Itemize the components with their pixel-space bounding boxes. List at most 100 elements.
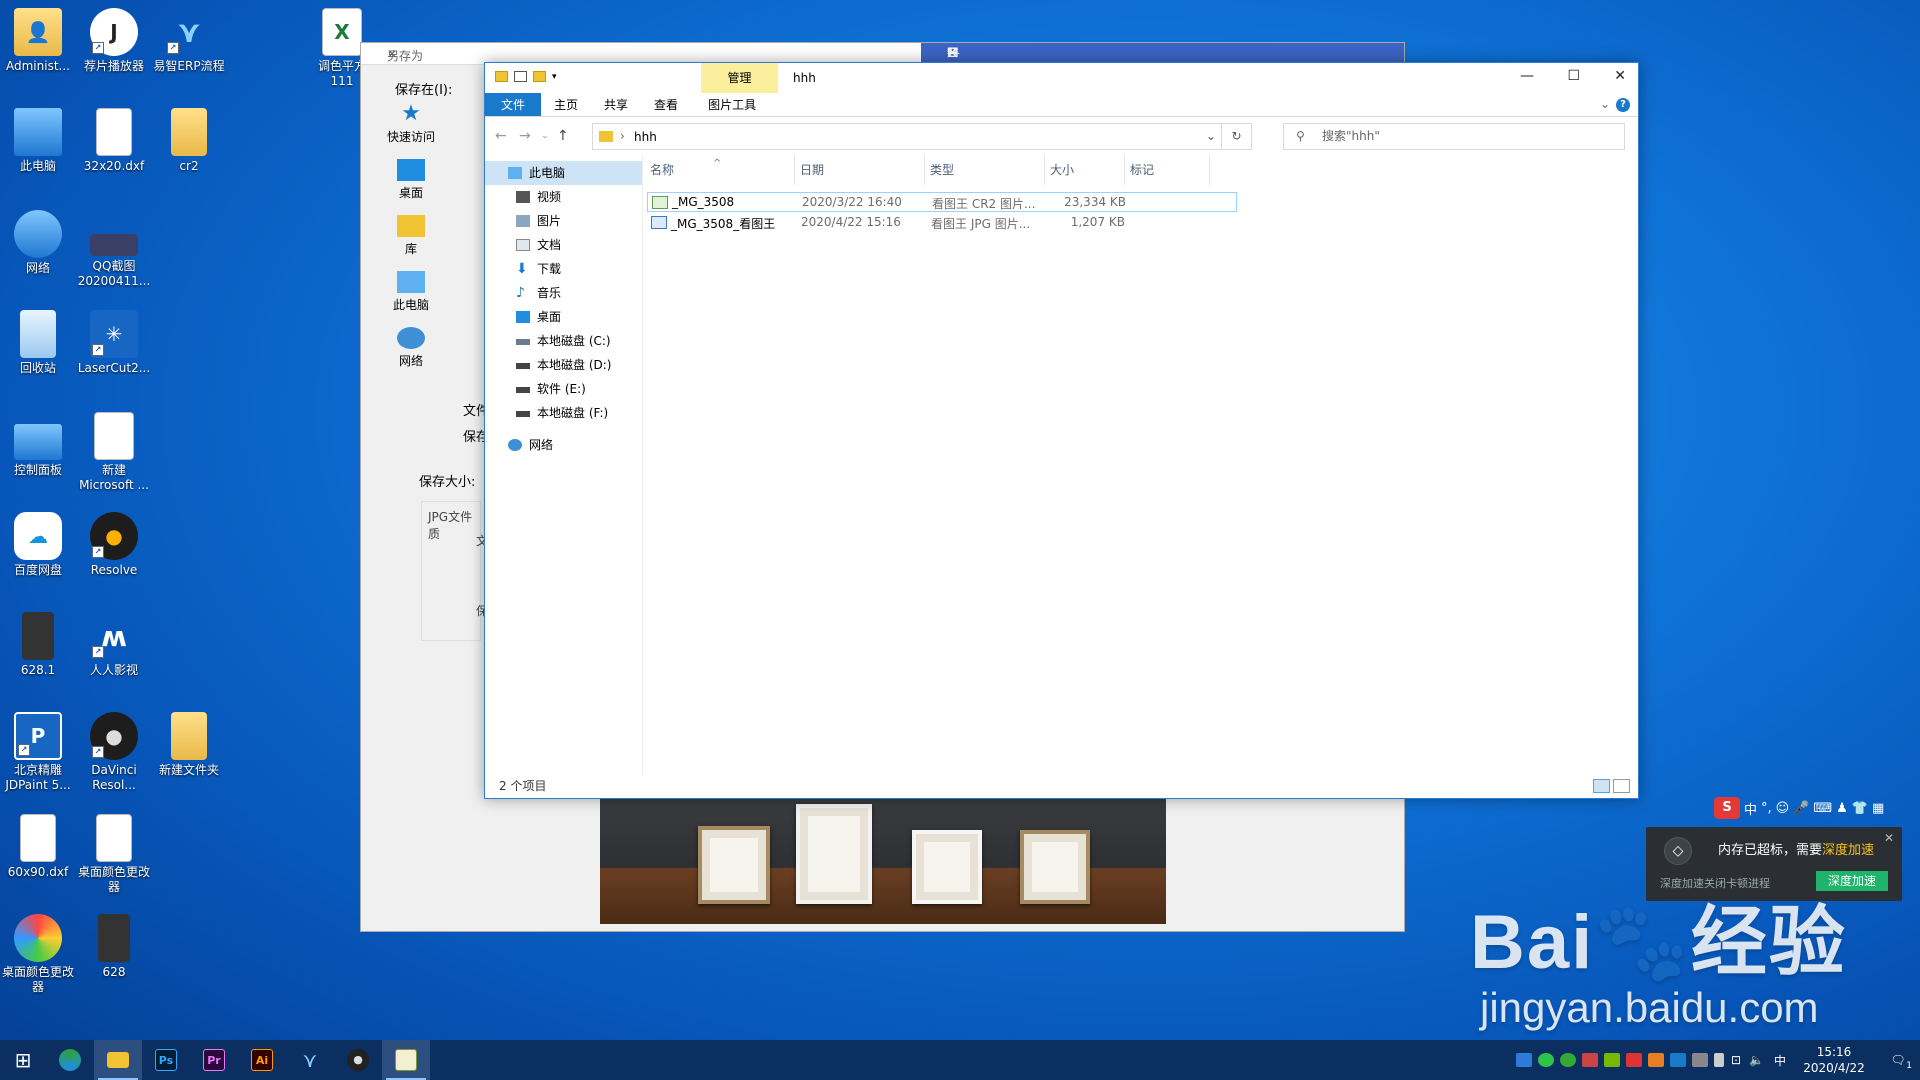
desktop-icon-cr2[interactable]: cr2 xyxy=(147,108,231,174)
desktop-icon-word[interactable]: 新建 Microsoft ... xyxy=(72,412,156,493)
tab-home[interactable]: 主页 xyxy=(541,93,591,116)
nav-videos[interactable]: 视频 xyxy=(485,185,642,209)
large-icons-view-icon[interactable] xyxy=(1613,779,1630,793)
taskbar-davinci[interactable]: ● xyxy=(334,1040,382,1080)
tab-share[interactable]: 共享 xyxy=(591,93,641,116)
desktop-icon-jdpaint[interactable]: P ↗ 北京精雕 JDPaint 5... xyxy=(0,712,80,793)
tray-icon[interactable] xyxy=(1515,1053,1532,1067)
mic-icon[interactable]: 🎤 xyxy=(1793,801,1809,816)
taskbar-erp[interactable]: ⋎ xyxy=(286,1040,334,1080)
maximize-icon[interactable]: ☐ xyxy=(1567,68,1580,84)
taskbar-photoshop[interactable]: Ps xyxy=(142,1040,190,1080)
details-view-icon[interactable] xyxy=(1593,779,1610,793)
close-icon[interactable]: ✕ xyxy=(947,46,1388,61)
dialog-close-icon[interactable]: ✕ xyxy=(387,47,916,61)
emoji-icon[interactable]: ☺ xyxy=(1776,801,1790,816)
mic-icon[interactable] xyxy=(1713,1053,1724,1067)
expand-ribbon-icon[interactable]: ⌄ xyxy=(1600,97,1610,111)
close-icon[interactable]: ✕ xyxy=(1884,831,1894,845)
manage-tab[interactable]: 管理 xyxy=(701,63,778,93)
nav-network[interactable]: 网络 xyxy=(485,433,642,457)
place-network[interactable]: 网络 xyxy=(371,327,451,369)
ime-punct[interactable]: °, xyxy=(1761,801,1772,816)
address-dropdown-icon[interactable]: ⌄ xyxy=(1206,129,1216,143)
toolbox-icon[interactable]: ▦ xyxy=(1872,801,1884,816)
place-this-pc[interactable]: 此电脑 xyxy=(371,271,451,313)
nav-desktop[interactable]: 桌面 xyxy=(485,305,642,329)
shield-icon[interactable] xyxy=(1669,1053,1686,1067)
nav-drive-d[interactable]: 本地磁盘 (D:) xyxy=(485,353,642,377)
place-library[interactable]: 库 xyxy=(371,215,451,257)
place-quick-access[interactable]: ★ 快速访问 xyxy=(371,103,451,145)
desktop-icon-resolve[interactable]: ● ↗ Resolve xyxy=(72,512,156,578)
alert-highlight[interactable]: 深度加速 xyxy=(1822,843,1874,858)
nav-drive-f[interactable]: 本地磁盘 (F:) xyxy=(485,401,642,425)
recent-chevron-icon[interactable]: ⌄ xyxy=(541,131,549,141)
sogou-icon[interactable]: S xyxy=(1714,797,1740,819)
tray-icon[interactable] xyxy=(1625,1053,1642,1067)
bluetooth-icon[interactable] xyxy=(1691,1053,1708,1067)
customize-qat-icon[interactable]: ▾ xyxy=(552,72,557,82)
desktop-icon-recycle-bin[interactable]: 回收站 xyxy=(0,310,80,376)
help-icon[interactable]: ? xyxy=(1616,98,1630,112)
back-icon[interactable]: ← xyxy=(495,128,507,144)
column-name[interactable]: 名称 ^ xyxy=(645,155,795,185)
desktop-icon-this-pc[interactable]: 此电脑 xyxy=(0,108,80,174)
taskbar-notepad[interactable] xyxy=(382,1040,430,1080)
nav-this-pc[interactable]: 此电脑 xyxy=(485,161,642,185)
notification-center-button[interactable]: 🗨 1 xyxy=(1876,1053,1920,1071)
keyboard-icon[interactable]: ⌨ xyxy=(1813,801,1832,816)
nav-documents[interactable]: 文档 xyxy=(485,233,642,257)
desktop-icon-32x20[interactable]: 32x20.dxf xyxy=(72,108,156,174)
desktop-icon-color-changer-settings[interactable]: ⚙ 桌面颜色更改 器 xyxy=(72,814,156,895)
taskbar-illustrator[interactable]: Ai xyxy=(238,1040,286,1080)
user-icon[interactable]: ♟ xyxy=(1836,801,1848,816)
clock[interactable]: 15:16 2020/4/22 xyxy=(1792,1044,1876,1076)
place-desktop[interactable]: 桌面 xyxy=(371,159,451,201)
ime-lang[interactable]: 中 xyxy=(1744,799,1757,818)
tab-picture-tools[interactable]: 图片工具 xyxy=(695,93,769,116)
desktop-icon-qq-screenshot[interactable]: QQ截图 20200411... xyxy=(72,210,156,289)
column-date[interactable]: 日期 xyxy=(795,155,925,185)
tray-icon[interactable] xyxy=(1559,1053,1576,1067)
folder-icon[interactable] xyxy=(495,71,508,82)
taskbar-premiere[interactable]: Pr xyxy=(190,1040,238,1080)
table-row[interactable]: _MG_3508_看图王 2020/4/22 15:16 看图王 JPG 图片.… xyxy=(647,213,1237,233)
desktop-icon-control-panel[interactable]: 控制面板 xyxy=(0,412,80,478)
wechat-icon[interactable] xyxy=(1537,1053,1554,1067)
desktop-icon-60x90[interactable]: 60x90.dxf xyxy=(0,814,80,880)
nav-drive-c[interactable]: 本地磁盘 (C:) xyxy=(485,329,642,353)
new-folder-icon[interactable] xyxy=(533,71,546,82)
tray-icon[interactable] xyxy=(1581,1053,1598,1067)
skin-icon[interactable]: 👕 xyxy=(1852,801,1868,816)
desktop-icon-administrator[interactable]: 👤 Administ... xyxy=(0,8,80,74)
taskbar-file-explorer[interactable] xyxy=(94,1040,142,1080)
refresh-icon[interactable]: ↻ xyxy=(1221,124,1251,149)
minimize-icon[interactable]: — xyxy=(1520,68,1534,84)
forward-icon[interactable]: → xyxy=(519,128,531,144)
input-language[interactable]: 中 xyxy=(1774,1052,1786,1069)
desktop-icon-baidu-netdisk[interactable]: ☁ 百度网盘 xyxy=(0,512,80,578)
nav-pictures[interactable]: 图片 xyxy=(485,209,642,233)
network-icon[interactable]: ⊡ xyxy=(1731,1053,1741,1067)
desktop-icon-jianpian[interactable]: J ↗ 荐片播放器 xyxy=(72,8,156,74)
search-input[interactable]: ⚲ 搜索"hhh" xyxy=(1283,123,1625,150)
breadcrumb[interactable]: hhh xyxy=(634,130,657,144)
properties-icon[interactable] xyxy=(514,71,527,82)
close-icon[interactable]: ✕ xyxy=(1614,68,1626,84)
address-bar[interactable]: › hhh ⌄ ↻ xyxy=(592,123,1252,150)
desktop-icon-lasercut[interactable]: ✳ ↗ LaserCut2... xyxy=(72,310,156,376)
table-row[interactable]: _MG_3508 2020/3/22 16:40 看图王 CR2 图片... 2… xyxy=(647,192,1237,212)
nav-downloads[interactable]: ⬇ 下载 xyxy=(485,257,642,281)
start-button[interactable]: ⊞ xyxy=(0,1040,46,1080)
desktop-icon-erp[interactable]: ⋎ ↗ 易智ERP流程 xyxy=(147,8,231,74)
desktop-icon-color-changer[interactable]: 桌面颜色更改 器 xyxy=(0,914,80,995)
desktop-icon-renren[interactable]: ʍ ↗ 人人影视 xyxy=(72,612,156,678)
desktop-icon-628[interactable]: 628 xyxy=(72,914,156,980)
nav-drive-e[interactable]: 软件 (E:) xyxy=(485,377,642,401)
volume-icon[interactable]: 🔈 xyxy=(1749,1053,1764,1067)
tray-icon[interactable] xyxy=(1647,1053,1664,1067)
desktop-icon-new-folder[interactable]: 新建文件夹 xyxy=(147,712,231,778)
column-type[interactable]: 类型 xyxy=(925,155,1045,185)
column-size[interactable]: 大小 xyxy=(1045,155,1125,185)
